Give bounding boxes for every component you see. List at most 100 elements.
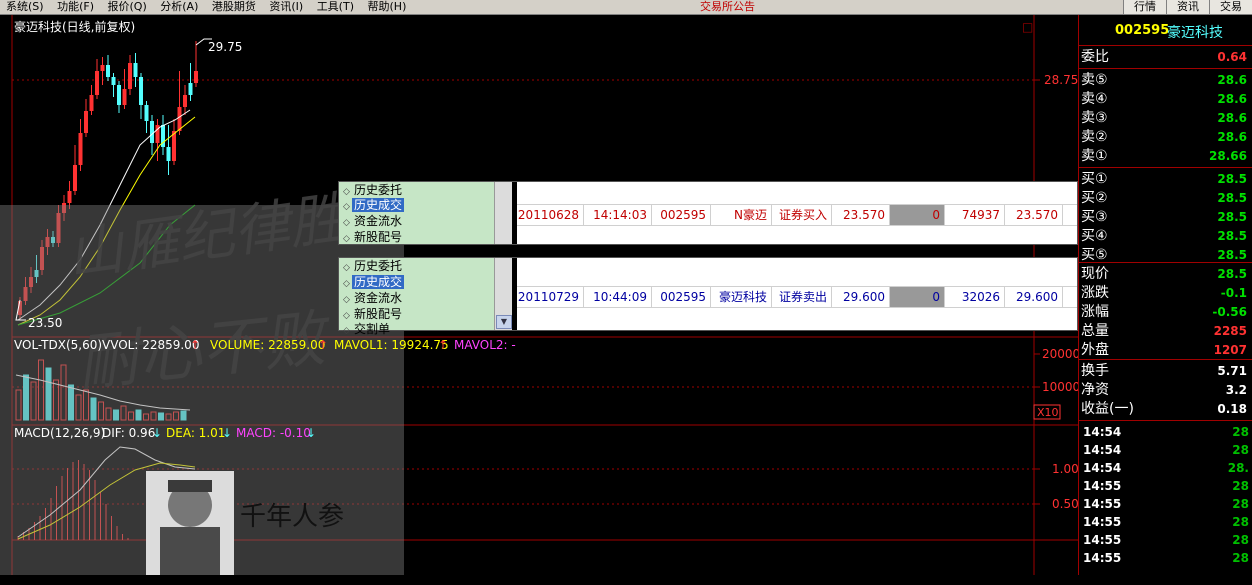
quote-row: 收益(一) 0.18 (1079, 400, 1252, 419)
quote-value: 2285 (1213, 324, 1247, 338)
quote-row: 卖④ 28.6 (1079, 90, 1252, 109)
quote-row: 买① 28.5 (1079, 170, 1252, 189)
quote-row: 涨幅 -0.56 (1079, 303, 1252, 322)
candle-body (111, 77, 116, 85)
tick-row[interactable]: 14:54 28 (1079, 423, 1252, 441)
vol-indicator-name[interactable]: VOL-TDX(5,60) (14, 338, 102, 352)
quote-label: 买③ (1081, 209, 1108, 225)
table-row[interactable]: 20110628 14:14:03 002595 N豪迈 证券买入 23.570… (517, 204, 1077, 226)
nav-scrollbar-2[interactable]: ▼ (494, 258, 512, 330)
nav-ipo-allocation[interactable]: ◇ 新股配号 (343, 306, 404, 322)
trade-nav-1: ◇ 历史委托 ◇ 历史成交 ◇ 资金流水 ◇ 新股配号 (339, 182, 494, 244)
quote-value: 28.5 (1217, 248, 1247, 262)
tick-row[interactable]: 14:54 28. (1079, 459, 1252, 477)
quote-label: 买② (1081, 190, 1108, 206)
quote-panel: 002595 豪迈科技 委比 0.64 卖⑤ 28.6 卖④ 28.6 卖③ 28.6 卖②… (1078, 15, 1252, 575)
menu-item-system[interactable]: 系统(S) (6, 0, 44, 13)
divider (1079, 68, 1252, 69)
logo-shoulders (160, 527, 220, 575)
cell-time: 14:14:03 (584, 205, 652, 225)
candle-body (73, 165, 77, 191)
tab-trade[interactable]: 交易 (1209, 0, 1252, 14)
vvol-arrow: ↑ (190, 338, 200, 352)
high-price-label: 29.75 (208, 40, 242, 54)
tick-time: 14:55 (1083, 479, 1122, 493)
stock-name: 豪迈科技 (1167, 25, 1223, 41)
tick-price: 28 (1232, 497, 1249, 511)
quote-label: 卖⑤ (1081, 72, 1108, 88)
tick-row[interactable]: 14:55 28 (1079, 477, 1252, 495)
menu-item-analysis[interactable]: 分析(A) (160, 0, 198, 13)
quote-value: 28.6 (1217, 111, 1247, 125)
quote-label: 买④ (1081, 228, 1108, 244)
cell-date: 20110628 (517, 205, 584, 225)
menu-item-help[interactable]: 帮助(H) (368, 0, 407, 13)
trade-history-panel-2: ◇ 历史委托 ◇ 历史成交 ◇ 资金流水 ◇ 新股配号 ◇ 交割单 ▼ 20110729 … (338, 257, 1078, 336)
menu-item-hk-futures[interactable]: 港股期货 (212, 0, 256, 13)
tick-time: 14:54 (1083, 425, 1122, 439)
window-box-icon[interactable]: □ (1022, 20, 1033, 34)
scroll-down-icon[interactable]: ▼ (496, 315, 512, 329)
quote-label: 现价 (1081, 266, 1109, 282)
cell-action: 证券买入 (772, 205, 832, 225)
tick-row[interactable]: 14:55 28 (1079, 513, 1252, 531)
menu-item-info[interactable]: 资讯(I) (269, 0, 303, 13)
divider (1079, 167, 1252, 168)
quote-label: 卖④ (1081, 91, 1108, 107)
menu-item-function[interactable]: 功能(F) (57, 0, 94, 13)
quote-row: 卖⑤ 28.6 (1079, 71, 1252, 90)
tick-time: 14:55 (1083, 515, 1122, 529)
nav-scrollbar-1[interactable] (494, 182, 512, 244)
nav-fund-flow[interactable]: ◇ 资金流水 (343, 213, 404, 229)
cell-name: N豪迈 (711, 205, 772, 225)
quote-row: 卖③ 28.6 (1079, 109, 1252, 128)
cell-deal-price: 29.600 (1005, 287, 1063, 307)
menu-item-tools[interactable]: 工具(T) (317, 0, 354, 13)
table-row[interactable]: 20110729 10:44:09 002595 豪迈科技 证券卖出 29.60… (517, 286, 1077, 308)
nav-history-orders[interactable]: ◇ 历史委托 (343, 182, 404, 198)
tick-row[interactable]: 14:55 28 (1079, 495, 1252, 513)
chart-area[interactable]: 山雁纪律胜 耐心不败 千年人参 豪迈科技(日线,前复权) □ 29.75 23.… (0, 15, 1080, 585)
tick-row[interactable]: 14:55 28 (1079, 549, 1252, 567)
quote-value: 28.6 (1217, 92, 1247, 106)
nav-settlement[interactable]: ◇ 交割单 (343, 321, 392, 337)
cell-masked: 0 (890, 287, 945, 307)
candle-body (166, 147, 171, 161)
quote-label: 涨跌 (1081, 285, 1109, 301)
tick-time: 14:55 (1083, 551, 1122, 565)
candle-body (117, 85, 121, 105)
quote-value: -0.1 (1220, 286, 1247, 300)
cell-action: 证券卖出 (772, 287, 832, 307)
macd-indicator-name[interactable]: MACD(12,26,9) (14, 426, 105, 440)
chart-title: 豪迈科技(日线,前复权) (14, 19, 135, 34)
low-price-label: 23.50 (28, 316, 62, 330)
quote-value: 28.66 (1209, 149, 1247, 163)
nav-history-deals[interactable]: ◇ 历史成交 (343, 274, 405, 290)
quote-row: 买④ 28.5 (1079, 227, 1252, 246)
tab-quote[interactable]: 行情 (1123, 0, 1166, 14)
nav-ipo-allocation[interactable]: ◇ 新股配号 (343, 229, 404, 245)
nav-arrow-icon: ◇ (343, 234, 350, 244)
quote-value: 3.2 (1225, 383, 1247, 397)
nav-history-deals[interactable]: ◇ 历史成交 (343, 197, 405, 213)
dif-arrow: ↓ (152, 426, 162, 440)
tick-price: 28 (1232, 515, 1249, 529)
menu-item-quote[interactable]: 报价(Q) (108, 0, 147, 13)
quote-value: 28.5 (1217, 267, 1247, 281)
candle-body (95, 71, 99, 95)
quote-row: 外盘 1207 (1079, 341, 1252, 360)
tick-row[interactable]: 14:54 28 (1079, 441, 1252, 459)
stock-code: 002595 (1115, 23, 1170, 38)
right-tabs: 行情 资讯 交易 (1123, 0, 1252, 14)
dea-arrow: ↓ (222, 426, 232, 440)
cell-time: 10:44:09 (584, 287, 652, 307)
macd-dif-value: DIF: 0.96 (102, 426, 155, 440)
exchange-notice[interactable]: 交易所公告 (700, 0, 755, 14)
tab-news[interactable]: 资讯 (1166, 0, 1209, 14)
quote-label: 换手 (1081, 363, 1109, 379)
nav-history-orders[interactable]: ◇ 历史委托 (343, 258, 404, 274)
nav-fund-flow[interactable]: ◇ 资金流水 (343, 290, 404, 306)
tick-row[interactable]: 14:55 28 (1079, 531, 1252, 549)
candle-body (89, 95, 94, 111)
quote-row: 买② 28.5 (1079, 189, 1252, 208)
